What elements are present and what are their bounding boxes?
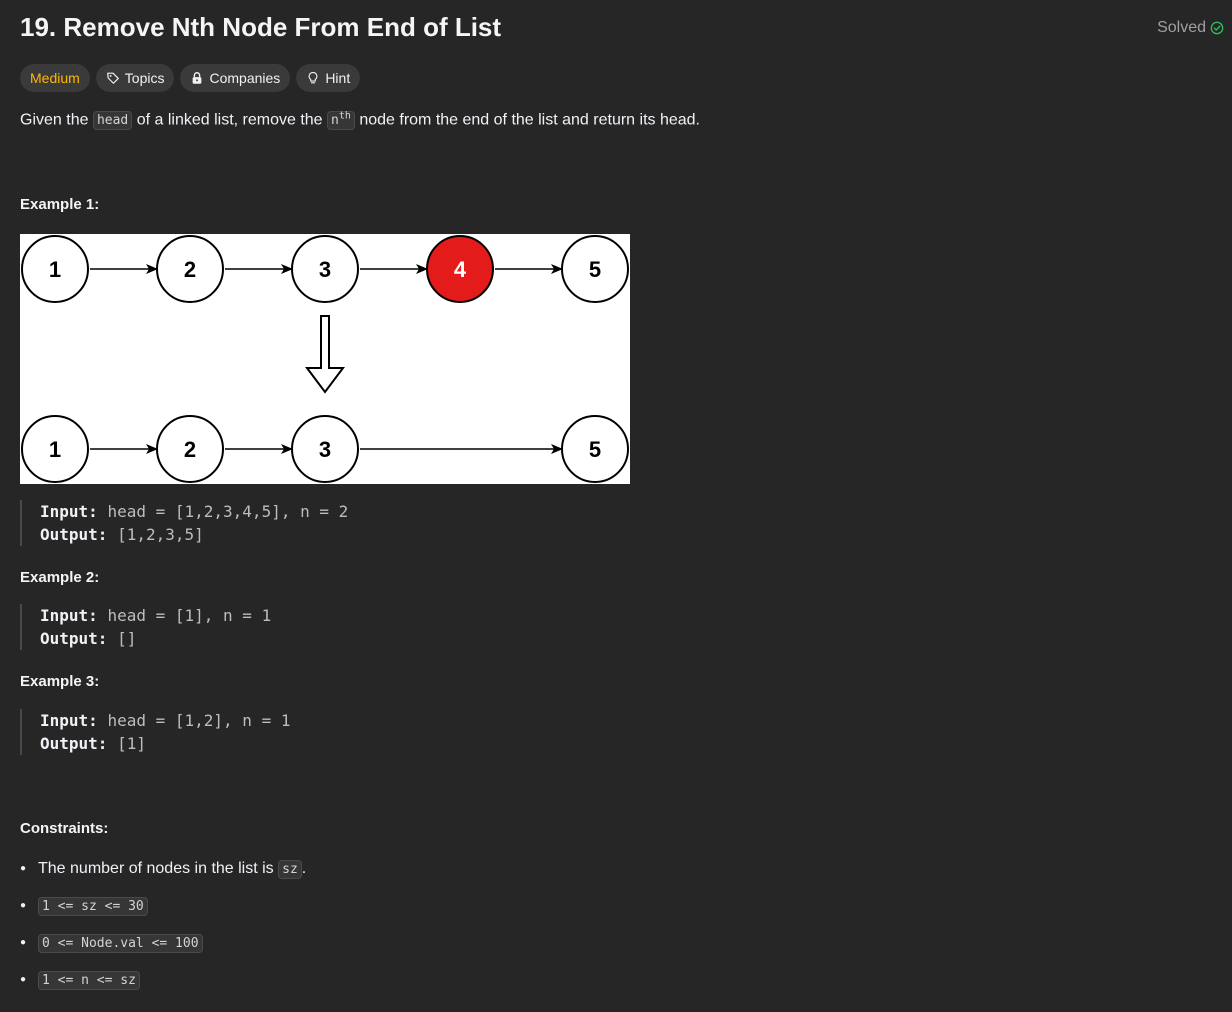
output-label: Output: bbox=[40, 525, 108, 544]
example-2-input: Input: head = [1], n = 1 bbox=[40, 604, 271, 627]
output-value: [] bbox=[117, 629, 137, 648]
example-2-block: Input: head = [1], n = 1 Output: [] bbox=[20, 604, 271, 650]
tag-bar: Medium Topics Companies Hint bbox=[20, 64, 361, 92]
constraint-item: The number of nodes in the list is sz. bbox=[20, 852, 306, 889]
down-arrow-icon bbox=[305, 315, 345, 394]
output-label: Output: bbox=[40, 734, 108, 753]
desc-text: Given the bbox=[20, 111, 93, 129]
hint-button[interactable]: Hint bbox=[296, 64, 361, 92]
top-node-1: 1 bbox=[21, 235, 89, 303]
companies-button[interactable]: Companies bbox=[180, 64, 291, 92]
desc-text: node from the end of the list and return… bbox=[354, 111, 700, 129]
example-1-input: Input: head = [1,2,3,4,5], n = 2 bbox=[40, 500, 348, 523]
solved-status: Solved bbox=[1157, 19, 1224, 37]
constraint-end: . bbox=[301, 860, 307, 877]
inline-code-sz: sz bbox=[278, 860, 302, 879]
example-2-output: Output: [] bbox=[40, 627, 271, 650]
input-value: head = [1,2,3,4,5], n = 2 bbox=[107, 502, 349, 521]
removed-node-4: 4 bbox=[426, 235, 494, 303]
tag-icon bbox=[106, 72, 119, 84]
input-label: Input: bbox=[40, 606, 98, 625]
linked-list-diagram: 1 2 3 4 5 1 2 3 5 bbox=[21, 235, 629, 483]
output-value: [1] bbox=[117, 734, 146, 753]
example-3-heading: Example 3: bbox=[20, 673, 100, 690]
bottom-node-3: 3 bbox=[291, 415, 359, 483]
svg-text:4: 4 bbox=[454, 257, 467, 282]
svg-text:1: 1 bbox=[49, 257, 61, 282]
constraint-code: 1 <= n <= sz bbox=[38, 971, 140, 990]
nth-sup: th bbox=[338, 111, 351, 122]
input-value: head = [1], n = 1 bbox=[107, 606, 272, 625]
svg-text:1: 1 bbox=[49, 437, 61, 462]
input-value: head = [1,2], n = 1 bbox=[107, 711, 291, 730]
hint-label: Hint bbox=[325, 70, 351, 86]
constraint-item: 0 <= Node.val <= 100 bbox=[20, 926, 306, 963]
example-3-output: Output: [1] bbox=[40, 732, 290, 755]
bottom-node-1: 1 bbox=[21, 415, 89, 483]
example-1-output: Output: [1,2,3,5] bbox=[40, 523, 348, 546]
bottom-node-5: 5 bbox=[561, 415, 629, 483]
input-label: Input: bbox=[40, 711, 98, 730]
top-node-5: 5 bbox=[561, 235, 629, 303]
lock-icon bbox=[193, 72, 202, 84]
problem-description: Given the head of a linked list, remove … bbox=[20, 111, 700, 131]
problem-title: 19. Remove Nth Node From End of List bbox=[20, 12, 502, 42]
companies-label: Companies bbox=[209, 70, 281, 86]
top-node-2: 2 bbox=[156, 235, 224, 303]
example-1-heading: Example 1: bbox=[20, 196, 100, 213]
constraints-list: The number of nodes in the list is sz. 1… bbox=[20, 852, 306, 1000]
constraint-code: 0 <= Node.val <= 100 bbox=[38, 934, 203, 953]
example-1-block: Input: head = [1,2,3,4,5], n = 2 Output:… bbox=[20, 500, 348, 546]
constraints-heading: Constraints: bbox=[20, 820, 109, 837]
svg-text:5: 5 bbox=[589, 257, 601, 282]
example-2-heading: Example 2: bbox=[20, 569, 100, 586]
svg-text:3: 3 bbox=[319, 257, 331, 282]
constraint-text: The number of nodes in the list is bbox=[38, 860, 279, 877]
difficulty-badge: Medium bbox=[20, 64, 90, 92]
topics-label: Topics bbox=[124, 70, 165, 86]
topics-button[interactable]: Topics bbox=[95, 64, 175, 92]
bottom-node-2: 2 bbox=[156, 415, 224, 483]
svg-text:2: 2 bbox=[184, 437, 196, 462]
inline-code-head: head bbox=[92, 111, 133, 131]
example-3-input: Input: head = [1,2], n = 1 bbox=[40, 709, 290, 732]
svg-text:2: 2 bbox=[184, 257, 196, 282]
svg-text:3: 3 bbox=[319, 437, 331, 462]
lightbulb-icon bbox=[308, 72, 318, 84]
output-label: Output: bbox=[40, 629, 108, 648]
constraint-item: 1 <= sz <= 30 bbox=[20, 889, 306, 926]
check-circle-icon bbox=[1210, 21, 1224, 35]
constraint-item: 1 <= n <= sz bbox=[20, 963, 306, 1000]
input-label: Input: bbox=[40, 502, 98, 521]
solved-label: Solved bbox=[1157, 19, 1206, 36]
desc-text: of a linked list, remove the bbox=[132, 111, 328, 129]
constraint-code: 1 <= sz <= 30 bbox=[38, 897, 148, 916]
inline-code-nth: nth bbox=[327, 111, 355, 131]
top-node-3: 3 bbox=[291, 235, 359, 303]
svg-text:5: 5 bbox=[589, 437, 601, 462]
example-3-block: Input: head = [1,2], n = 1 Output: [1] bbox=[20, 709, 290, 755]
output-value: [1,2,3,5] bbox=[117, 525, 204, 544]
nth-base: n bbox=[331, 113, 339, 129]
example-1-diagram: 1 2 3 4 5 1 2 3 5 bbox=[20, 234, 630, 484]
